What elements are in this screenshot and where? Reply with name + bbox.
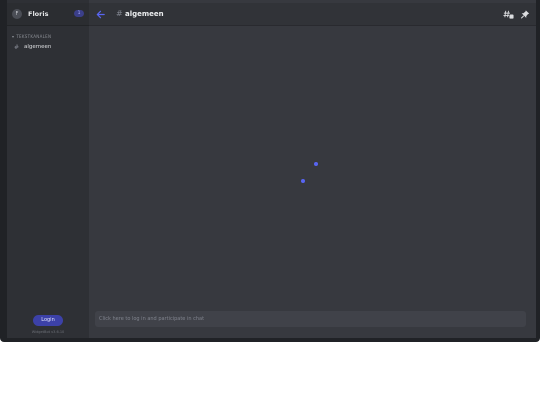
pin-icon[interactable] [520,9,530,20]
guild-avatar[interactable]: F [12,9,22,19]
guild-header[interactable]: F Floris 1 [7,3,89,25]
threads-icon[interactable] [503,9,514,20]
sidebar-item-algemeen[interactable]: # algemeen [11,42,85,53]
guild-name: Floris [28,10,49,18]
channel-category[interactable]: ▾ TEKSTKANALEN [12,33,51,40]
channel-label: algemeen [24,44,52,50]
loading-dot [314,162,318,166]
arrow-left-icon[interactable] [95,9,106,20]
version-label: WidgetBot v3.6.10 [31,330,65,334]
channel-header: # algemeen [89,3,536,25]
login-button[interactable]: Login [33,315,63,326]
app-window: F Floris 1 ▾ TEKSTKANALEN # algemeen Logi… [0,0,540,342]
chevron-down-icon: ▾ [12,34,15,39]
member-count-badge[interactable]: 1 [74,10,84,17]
loading-dot [301,179,305,183]
hash-icon: # [14,44,20,51]
chat-main: # algemeen [89,0,536,338]
hash-icon: # [116,9,123,18]
page-title: algemeen [125,10,164,18]
chat-input[interactable] [95,311,526,327]
sidebar: F Floris 1 ▾ TEKSTKANALEN # algemeen Logi… [7,0,89,338]
category-label: TEKSTKANALEN [16,34,52,39]
